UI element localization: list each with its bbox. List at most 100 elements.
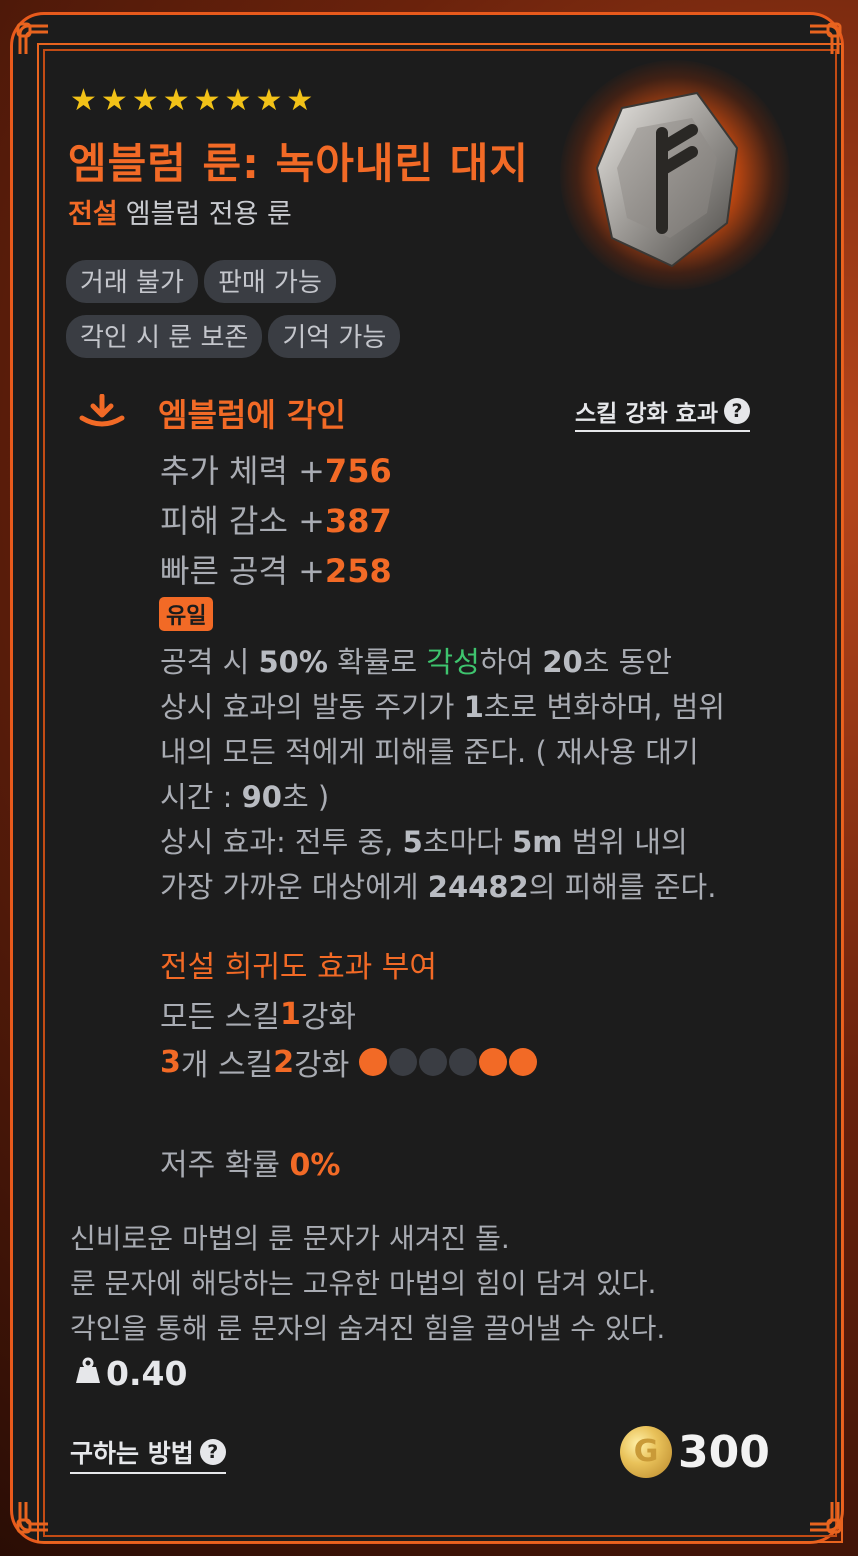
item-subtitle: 전설 엠블럼 전용 룬 (68, 192, 292, 231)
star-icon: ★ (286, 83, 314, 118)
star-rating: ★ ★ ★ ★ ★ ★ ★ ★ (70, 86, 313, 116)
grade-label: 전설 (68, 199, 118, 230)
skill-slot-dot (449, 1048, 478, 1076)
star-icon: ★ (224, 83, 252, 118)
effect-text: 초 ) (281, 780, 330, 814)
skill-slot-dots (359, 1048, 538, 1076)
effect-text: 상시 효과: 전투 중, (160, 825, 403, 859)
effect-number: 1 (463, 690, 484, 724)
skill-slot-dot (359, 1048, 388, 1076)
effect-number: 50% (258, 645, 328, 679)
star-icon: ★ (255, 83, 283, 118)
stat-value: 756 (324, 452, 392, 490)
effect-number: 24482 (427, 870, 529, 904)
star-icon: ★ (131, 83, 159, 118)
effect-line: 가장 가까운 대상에게 24482의 피해를 준다. (160, 865, 780, 910)
weight-icon (74, 1354, 102, 1393)
flavor-line: 각인을 통해 룬 문자의 숨겨진 힘을 끌어낼 수 있다. (70, 1312, 666, 1345)
bonus-text: 강화 (294, 1048, 350, 1083)
corner-ornament-icon (804, 20, 844, 60)
effect-number: 90 (241, 780, 282, 814)
curse-chance: 저주 확률 0% (160, 1140, 340, 1184)
effect-text: 공격 시 (160, 645, 259, 679)
curse-label: 저주 확률 (160, 1148, 290, 1183)
item-title: 엠블럼 룬: 녹아내린 대지 (68, 139, 530, 188)
skill-slot-dot (419, 1048, 448, 1076)
tag-rune-preserved: 각인 시 룬 보존 (66, 315, 263, 358)
engrave-download-icon (78, 393, 126, 434)
flavor-line: 신비로운 마법의 룬 문자가 새겨진 돌. (70, 1222, 510, 1255)
stat-line: 피해 감소 +387 (160, 496, 392, 542)
effect-text: 확률로 (327, 645, 427, 679)
star-icon: ★ (162, 83, 190, 118)
weight-value: 0.40 (106, 1354, 188, 1393)
unique-badge: 유일 (159, 597, 214, 631)
effect-text: 시간 : (160, 780, 242, 814)
effect-text: 초 동안 (582, 645, 672, 679)
skill-enhance-label: 스킬 강화 효과 (575, 401, 718, 427)
tag-memorable: 기억 가능 (268, 315, 401, 358)
how-to-get-label: 구하는 방법 (70, 1439, 194, 1468)
bonus-text: 모든 스킬 (160, 1000, 280, 1035)
gold-coin-icon: G (620, 1426, 672, 1478)
rune-stone-icon (592, 88, 742, 268)
stat-label: 추가 체력 + (160, 452, 325, 490)
corner-ornament-icon (804, 1496, 844, 1536)
item-tags: 거래 불가 판매 가능 각인 시 룬 보존 기억 가능 (66, 260, 486, 370)
star-icon: ★ (70, 83, 97, 118)
effect-line: 상시 효과의 발동 주기가 1초로 변화하며, 범위 (160, 685, 780, 730)
all-skill-bonus: 모든 스킬 1 강화 (160, 992, 356, 1036)
stat-value: 258 (324, 552, 392, 590)
tag-untradable: 거래 불가 (66, 260, 198, 303)
stat-line: 빠른 공격 +258 (160, 546, 392, 592)
stat-label: 빠른 공격 + (160, 552, 325, 590)
effect-number: 20 (542, 645, 583, 679)
effect-text: 하여 (479, 645, 543, 679)
bonus-number: 1 (279, 996, 301, 1032)
star-icon: ★ (100, 83, 128, 118)
skill-slot-dot (479, 1048, 508, 1076)
skill-slot-dot (509, 1048, 538, 1076)
price-value: 300 (678, 1426, 770, 1478)
star-icon: ★ (193, 83, 221, 118)
bonus-number: 2 (273, 1044, 295, 1080)
corner-ornament-icon (14, 1496, 54, 1536)
effect-number: 5 (402, 825, 423, 859)
curse-value: 0% (289, 1148, 341, 1183)
flavor-line: 룬 문자에 해당하는 고유한 마법의 힘이 담겨 있다. (70, 1267, 657, 1300)
effect-line: 내의 모든 적에게 피해를 준다. ( 재사용 대기 (160, 735, 699, 769)
skill-enhance-link[interactable]: 스킬 강화 효과 ? (575, 394, 750, 432)
stat-label: 피해 감소 + (160, 502, 325, 540)
help-icon[interactable]: ? (199, 1439, 226, 1465)
effect-line: 상시 효과: 전투 중, 5초마다 5m 범위 내의 (160, 820, 780, 865)
effect-text: 상시 효과의 발동 주기가 (160, 690, 464, 724)
bonus-number: 3 (160, 1044, 181, 1080)
effect-text: 초마다 (422, 825, 513, 859)
effect-text: 의 피해를 준다. (528, 870, 717, 904)
item-weight: 0.40 (74, 1354, 187, 1393)
how-to-get-link[interactable]: 구하는 방법 ? (70, 1434, 226, 1474)
stat-value: 387 (324, 502, 392, 540)
effect-description: 공격 시 50% 확률로 각성하여 20초 동안 상시 효과의 발동 주기가 1… (160, 640, 780, 910)
help-icon[interactable]: ? (723, 398, 750, 424)
awaken-keyword: 각성 (426, 645, 480, 679)
effect-text: 가장 가까운 대상에게 (160, 870, 428, 904)
item-price: G 300 (620, 1426, 770, 1478)
bonus-text: 강화 (300, 1000, 357, 1035)
legend-bonus-title: 전설 희귀도 효과 부여 (160, 950, 438, 985)
flavor-text: 신비로운 마법의 룬 문자가 새겨진 돌. 룬 문자에 해당하는 고유한 마법의… (70, 1216, 665, 1351)
bonus-text: 개 스킬 (180, 1048, 274, 1083)
skill-slot-dot (389, 1048, 418, 1076)
effect-line: 공격 시 50% 확률로 각성하여 20초 동안 (160, 640, 780, 685)
effect-line: 시간 : 90초 ) (160, 775, 780, 820)
effect-number: 5m (512, 825, 563, 859)
coin-glyph: G (633, 1434, 659, 1469)
engrave-title: 엠블럼에 각인 (158, 396, 346, 434)
tag-sellable: 판매 가능 (203, 260, 336, 303)
effect-text: 초로 변화하며, 범위 (483, 690, 725, 724)
effect-text: 범위 내의 (562, 825, 688, 859)
stat-line: 추가 체력 +756 (160, 446, 392, 492)
three-skill-bonus: 3개 스킬 2 강화 (160, 1040, 538, 1084)
corner-ornament-icon (14, 20, 54, 60)
item-category: 엠블럼 전용 룬 (125, 199, 292, 230)
